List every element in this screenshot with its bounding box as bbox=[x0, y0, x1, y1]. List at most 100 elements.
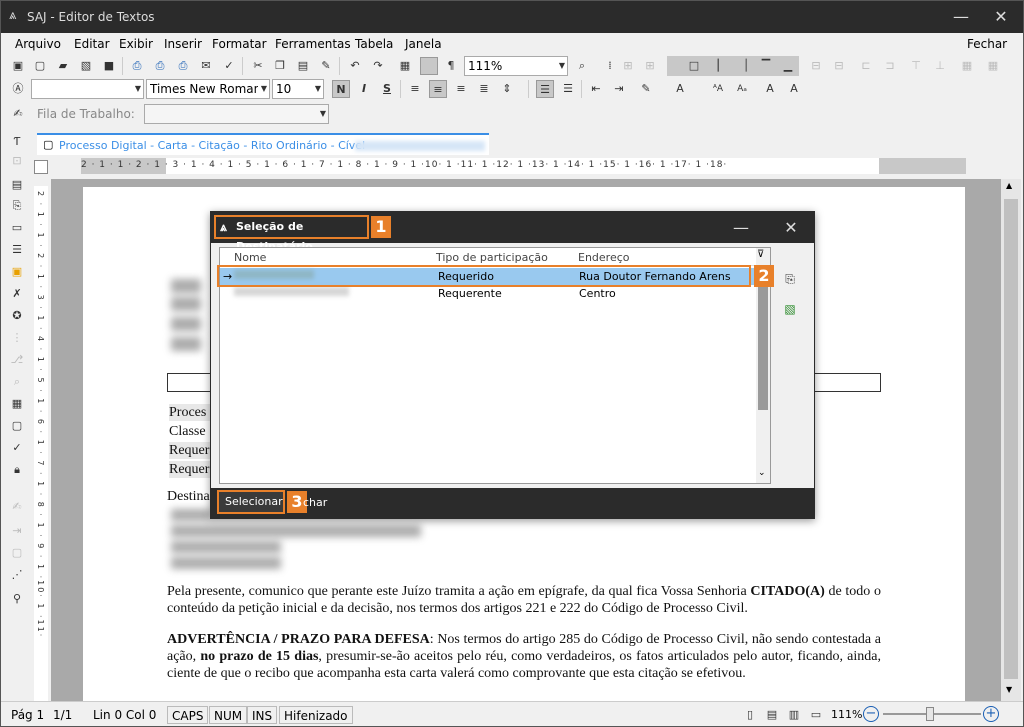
justify-icon[interactable]: ≣ bbox=[475, 80, 493, 98]
tab-document[interactable]: ▢ Processo Digital - Carta - Citação - R… bbox=[37, 133, 489, 155]
show-grid-icon[interactable] bbox=[420, 57, 438, 75]
border-bottom-icon[interactable]: ▁ bbox=[779, 57, 797, 75]
steps-icon[interactable]: ⋮ bbox=[9, 330, 25, 346]
menu-tabela[interactable]: Tabela bbox=[355, 37, 393, 51]
increase-indent-icon[interactable]: ⇥ bbox=[610, 80, 628, 98]
split-cells-icon[interactable]: ⊟ bbox=[830, 57, 848, 75]
stamp-icon[interactable]: ⎘ bbox=[9, 198, 25, 214]
menu-inserir[interactable]: Inserir bbox=[164, 37, 202, 51]
variable-icon[interactable]: ⊡ bbox=[9, 153, 25, 169]
menu-arquivo[interactable]: Arquivo bbox=[15, 37, 61, 51]
style-combo[interactable]: ▼ bbox=[31, 79, 144, 99]
text-format-icon[interactable]: Ƭ bbox=[9, 134, 25, 150]
column-nome[interactable]: Nome bbox=[234, 251, 266, 264]
bold-button[interactable]: N bbox=[332, 80, 350, 98]
close-button[interactable]: char bbox=[303, 496, 327, 509]
scroll-down-icon[interactable]: ▼ bbox=[1006, 685, 1012, 694]
numbering-icon[interactable]: ☰ bbox=[559, 80, 577, 98]
highlight-icon[interactable]: ✎ bbox=[637, 80, 655, 98]
page-view-icon[interactable]: ▯ bbox=[741, 706, 759, 724]
font-combo[interactable]: Times New Roman ▼ bbox=[146, 79, 270, 99]
check-icon[interactable]: ✓ bbox=[9, 440, 25, 456]
insert-row-icon[interactable]: ⊤ bbox=[907, 57, 925, 75]
web-layout-icon[interactable]: ▥ bbox=[785, 706, 803, 724]
menu-ferramentas[interactable]: Ferramentas bbox=[275, 37, 351, 51]
zoom-out-icon[interactable]: − bbox=[863, 706, 879, 722]
merge-cells-icon[interactable]: ⊟ bbox=[807, 57, 825, 75]
draft-view-icon[interactable]: ▭ bbox=[807, 706, 825, 724]
underline-button[interactable]: S bbox=[378, 80, 396, 98]
grow-font-icon[interactable]: A bbox=[761, 80, 779, 98]
document-scrollbar[interactable]: ▲ ▼ bbox=[1001, 179, 1021, 701]
minimize-button[interactable]: — bbox=[951, 7, 971, 27]
border-left-icon[interactable]: ▏ bbox=[713, 57, 731, 75]
style-icon[interactable]: Ⓐ bbox=[9, 80, 27, 98]
subscript-icon[interactable]: Aₐ bbox=[733, 80, 751, 98]
decrease-indent-icon[interactable]: ⇤ bbox=[587, 80, 605, 98]
zoom-slider-thumb[interactable] bbox=[926, 707, 934, 721]
new-document-icon[interactable]: ▢ bbox=[31, 57, 49, 75]
font-color-icon[interactable]: A bbox=[671, 80, 689, 98]
menu-editar[interactable]: Editar bbox=[74, 37, 110, 51]
delete-field-icon[interactable]: ✗ bbox=[9, 286, 25, 302]
print-preview-icon[interactable]: ⎙ bbox=[151, 57, 169, 75]
select-button[interactable]: Selecionar bbox=[217, 490, 285, 514]
shrink-font-icon[interactable]: A bbox=[785, 80, 803, 98]
align-right-icon[interactable]: ≡ bbox=[452, 80, 470, 98]
align-left-icon[interactable]: ≡ bbox=[406, 80, 424, 98]
superscript-icon[interactable]: ᴬA bbox=[709, 80, 727, 98]
menu-janela[interactable]: Janela bbox=[405, 37, 442, 51]
copy-icon[interactable]: ❐ bbox=[271, 57, 289, 75]
document-icon[interactable]: ▢ bbox=[9, 418, 25, 434]
close-window-button[interactable]: ✕ bbox=[991, 7, 1011, 27]
print-setup-icon[interactable]: ⎙ bbox=[174, 57, 192, 75]
export-icon[interactable]: ⇥ bbox=[9, 523, 25, 539]
insert-field-icon[interactable]: ⁞ bbox=[601, 57, 619, 75]
open-file-icon[interactable]: ▧ bbox=[77, 57, 95, 75]
column-tipo[interactable]: Tipo de participação bbox=[436, 251, 548, 264]
paint-icon[interactable]: ⚲ bbox=[9, 591, 25, 607]
list-icon[interactable]: ☰ bbox=[9, 242, 25, 258]
zoom-in-icon[interactable]: + bbox=[983, 706, 999, 722]
redo-icon[interactable]: ↷ bbox=[369, 57, 387, 75]
pilcrow-icon[interactable]: ¶ bbox=[442, 57, 460, 75]
calendar-icon[interactable]: ▦ bbox=[9, 396, 25, 412]
table-grid-icon[interactable]: ⊞ bbox=[641, 57, 659, 75]
find-icon[interactable]: ⌕ bbox=[573, 57, 591, 75]
new-from-model-icon[interactable]: ▣ bbox=[9, 57, 27, 75]
tab-stop-selector[interactable] bbox=[34, 160, 48, 174]
dialog-close-button[interactable]: ✕ bbox=[781, 218, 801, 238]
save-icon[interactable]: ■ bbox=[100, 57, 118, 75]
add-recipient-icon[interactable]: ⎘ bbox=[781, 270, 799, 288]
border-inner-icon[interactable]: │ bbox=[737, 57, 755, 75]
border-top-icon[interactable]: ▔ bbox=[757, 57, 775, 75]
search-doc-icon[interactable]: ⌕ bbox=[9, 374, 25, 390]
undo-icon[interactable]: ↶ bbox=[346, 57, 364, 75]
print-layout-icon[interactable]: ▤ bbox=[763, 706, 781, 724]
lock-icon[interactable]: 🔒︎ bbox=[9, 462, 25, 478]
insert-column-icon[interactable]: ⊏ bbox=[857, 57, 875, 75]
italic-button[interactable]: I bbox=[355, 80, 373, 98]
align-center-icon[interactable]: ≡ bbox=[429, 80, 447, 98]
column-endereco[interactable]: Endereço bbox=[578, 251, 630, 264]
seal-icon[interactable]: ✪ bbox=[9, 308, 25, 324]
scroll-thumb[interactable] bbox=[1004, 199, 1018, 679]
menu-fechar[interactable]: Fechar bbox=[967, 37, 1007, 51]
menu-exibir[interactable]: Exibir bbox=[119, 37, 153, 51]
table-row[interactable]: Requerente Centro bbox=[220, 285, 755, 302]
merge-icon[interactable]: ⎇ bbox=[9, 352, 25, 368]
filter-icon[interactable]: ⊽ bbox=[757, 249, 764, 260]
format-painter-icon[interactable]: ✎ bbox=[317, 57, 335, 75]
menu-formatar[interactable]: Formatar bbox=[212, 37, 267, 51]
form-icon[interactable]: ▣ bbox=[9, 264, 25, 280]
sign-icon[interactable]: ✍ bbox=[9, 499, 25, 515]
delete-column-icon[interactable]: ⊐ bbox=[881, 57, 899, 75]
zoom-combo[interactable]: 111% ▼ bbox=[464, 56, 568, 76]
table-select-icon[interactable]: ⊞ bbox=[619, 57, 637, 75]
scroll-up-icon[interactable]: ▲ bbox=[1006, 181, 1012, 190]
bullets-icon[interactable]: ☰ bbox=[536, 80, 554, 98]
table-properties-icon[interactable]: ▦ bbox=[958, 57, 976, 75]
work-queue-combo[interactable]: ▼ bbox=[144, 104, 329, 124]
grid-scroll-thumb[interactable] bbox=[758, 270, 768, 410]
print-icon[interactable]: ⎙ bbox=[128, 57, 146, 75]
